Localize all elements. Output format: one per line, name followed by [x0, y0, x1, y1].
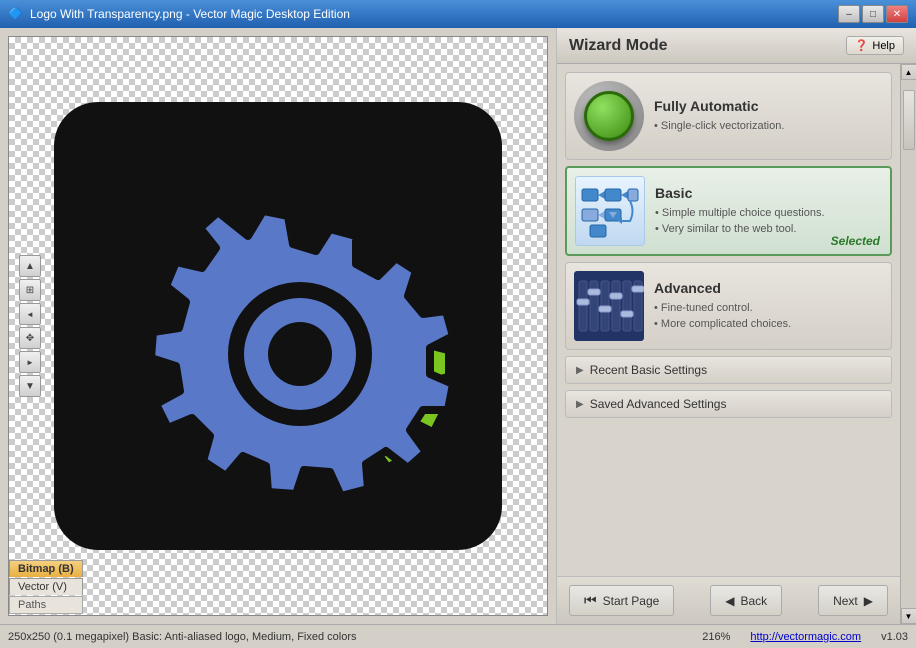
basic-arrows-image — [575, 176, 645, 246]
status-zoom: 216% — [702, 631, 730, 643]
advanced-image — [574, 271, 644, 341]
status-url[interactable]: http://vectormagic.com — [750, 631, 861, 643]
fully-automatic-desc: • Single-click vectorization. — [654, 118, 883, 135]
help-button[interactable]: ❓ Help — [846, 36, 904, 55]
next-button[interactable]: Next ▶ — [818, 585, 888, 616]
back-icon: ◀ — [725, 594, 734, 608]
advanced-bullet-1: • More complicated choices. — [654, 316, 883, 333]
next-icon: ▶ — [864, 594, 873, 608]
back-button[interactable]: ◀ Back — [710, 585, 782, 616]
wizard-title: Wizard Mode — [569, 37, 668, 55]
basic-title: Basic — [655, 185, 882, 201]
saved-advanced-settings-button[interactable]: ▶ Saved Advanced Settings — [565, 390, 892, 418]
saved-arrow-icon: ▶ — [576, 399, 584, 410]
green-circle — [584, 91, 634, 141]
status-bar: 250x250 (0.1 megapixel) Basic: Anti-alia… — [0, 624, 916, 648]
scrollbar-track — [902, 80, 916, 608]
start-page-label: Start Page — [603, 594, 660, 608]
mixer-image — [574, 271, 644, 341]
back-label: Back — [740, 594, 767, 608]
title-bar: 🔷 Logo With Transparency.png - Vector Ma… — [0, 0, 916, 28]
help-label: Help — [872, 40, 895, 52]
paths-tab[interactable]: Paths — [9, 596, 83, 614]
selected-label: Selected — [831, 234, 880, 248]
fully-automatic-bullet-0: • Single-click vectorization. — [654, 118, 883, 135]
scroll-up-button[interactable]: ▲ — [901, 64, 916, 80]
gear-illustration — [48, 96, 508, 556]
basic-bullet-0: • Simple multiple choice questions. — [655, 205, 882, 222]
start-page-icon: ⏮ — [584, 592, 597, 609]
wizard-content: Fully Automatic • Single-click vectoriza… — [557, 64, 900, 576]
window-title: Logo With Transparency.png - Vector Magi… — [30, 7, 350, 21]
status-info: 250x250 (0.1 megapixel) Basic: Anti-alia… — [8, 631, 357, 643]
advanced-desc: • Fine-tuned control. • More complicated… — [654, 300, 883, 333]
recent-arrow-icon: ▶ — [576, 365, 584, 376]
scrollbar-thumb[interactable] — [903, 90, 915, 150]
recent-basic-settings-button[interactable]: ▶ Recent Basic Settings — [565, 356, 892, 384]
green-button-image — [574, 81, 644, 151]
title-bar-left: 🔷 Logo With Transparency.png - Vector Ma… — [8, 6, 350, 22]
next-label: Next — [833, 594, 858, 608]
wizard-header: Wizard Mode ❓ Help — [557, 28, 916, 64]
basic-info: Basic • Simple multiple choice questions… — [655, 185, 882, 238]
basic-svg — [580, 181, 640, 241]
right-scrollbar: ▲ ▼ — [900, 64, 916, 624]
mixer-svg — [574, 271, 644, 341]
gear-image-container — [48, 96, 508, 556]
saved-advanced-settings-label: Saved Advanced Settings — [590, 397, 727, 411]
start-page-button[interactable]: ⏮ Start Page — [569, 585, 674, 616]
basic-desc: • Simple multiple choice questions. • Ve… — [655, 205, 882, 238]
advanced-bullet-0: • Fine-tuned control. — [654, 300, 883, 317]
fully-automatic-card[interactable]: Fully Automatic • Single-click vectoriza… — [565, 72, 892, 160]
right-panel-inner: Fully Automatic • Single-click vectoriza… — [557, 64, 916, 624]
scroll-down-button[interactable]: ▼ — [901, 608, 916, 624]
fully-automatic-info: Fully Automatic • Single-click vectoriza… — [654, 98, 883, 135]
nav-bar: ⏮ Start Page ◀ Back Next ▶ — [557, 576, 900, 624]
pan-left-button[interactable]: ◄ — [19, 303, 41, 325]
pan-right-button[interactable]: ► — [19, 351, 41, 373]
title-buttons: – □ ✕ — [838, 5, 908, 23]
left-toolbar: ▲ ⊞ ◄ ✥ ► ▼ — [19, 255, 41, 397]
advanced-card[interactable]: Advanced • Fine-tuned control. • More co… — [565, 262, 892, 350]
app-icon: 🔷 — [8, 6, 24, 22]
pan-down-button[interactable]: ▼ — [19, 375, 41, 397]
advanced-title: Advanced — [654, 280, 883, 296]
pan-up-button[interactable]: ▲ — [19, 255, 41, 277]
main-container: ▲ ⊞ ◄ ✥ ► ▼ Bitmap (B) Vector (V) Paths … — [0, 28, 916, 624]
basic-card[interactable]: Basic • Simple multiple choice questions… — [565, 166, 892, 256]
fully-automatic-image — [574, 81, 644, 151]
recent-basic-settings-label: Recent Basic Settings — [590, 363, 707, 377]
fully-automatic-title: Fully Automatic — [654, 98, 883, 114]
vector-tab[interactable]: Vector (V) — [9, 578, 83, 595]
view-tabs: Bitmap (B) Vector (V) Paths — [9, 560, 83, 615]
canvas-area[interactable]: ▲ ⊞ ◄ ✥ ► ▼ Bitmap (B) Vector (V) Paths — [8, 36, 548, 616]
right-panel-content: Fully Automatic • Single-click vectoriza… — [557, 64, 900, 624]
fit-button[interactable]: ⊞ — [19, 279, 41, 301]
center-button[interactable]: ✥ — [19, 327, 41, 349]
bitmap-tab[interactable]: Bitmap (B) — [9, 560, 83, 577]
status-version: v1.03 — [881, 631, 908, 643]
canvas-panel: ▲ ⊞ ◄ ✥ ► ▼ Bitmap (B) Vector (V) Paths — [0, 28, 556, 624]
help-icon: ❓ — [855, 39, 869, 52]
right-panel: Wizard Mode ❓ Help — [556, 28, 916, 624]
minimize-button[interactable]: – — [838, 5, 860, 23]
maximize-button[interactable]: □ — [862, 5, 884, 23]
advanced-info: Advanced • Fine-tuned control. • More co… — [654, 280, 883, 333]
close-button[interactable]: ✕ — [886, 5, 908, 23]
basic-image — [575, 176, 645, 246]
